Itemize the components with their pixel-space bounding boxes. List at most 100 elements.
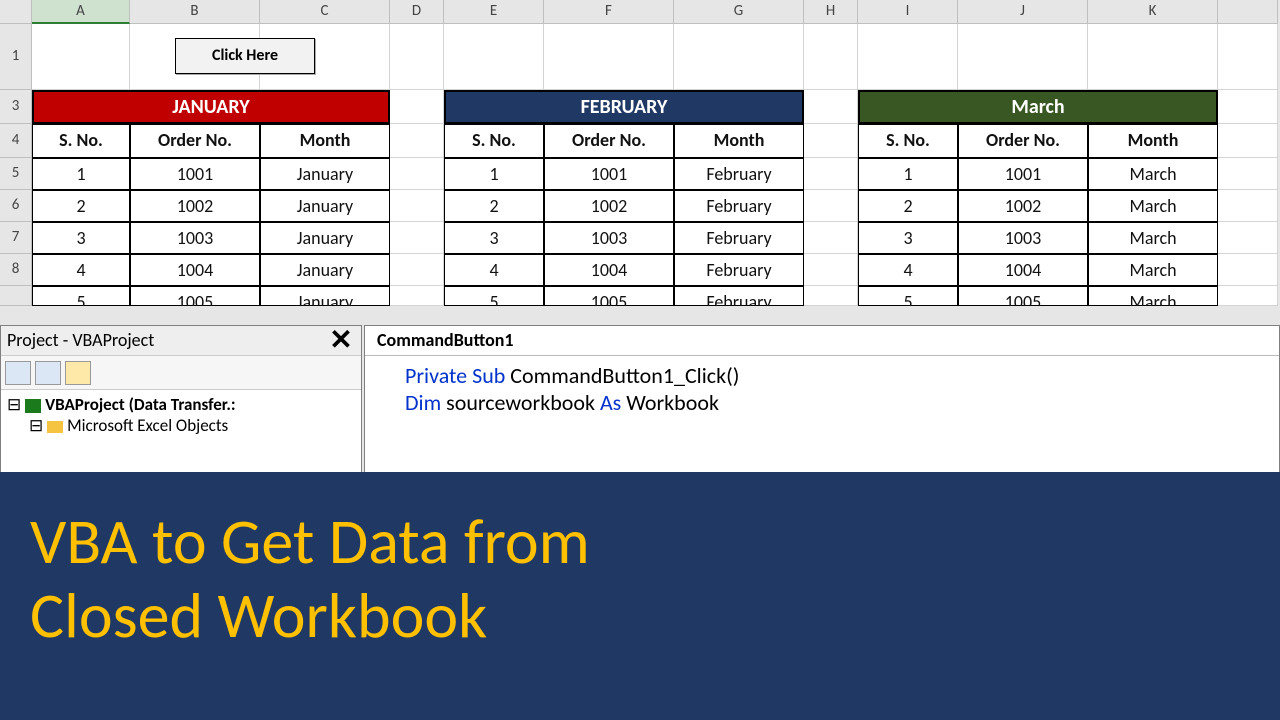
cell-extra9[interactable]: [1218, 286, 1278, 306]
mar-hdr-month[interactable]: Month: [1088, 124, 1218, 158]
jan-r3-month[interactable]: January: [260, 222, 390, 254]
cell-K1[interactable]: [1088, 24, 1218, 90]
cell-D9[interactable]: [390, 286, 444, 306]
jan-r3-sno[interactable]: 3: [32, 222, 130, 254]
jan-r5-order[interactable]: 1005: [130, 286, 260, 306]
cell-D5[interactable]: [390, 158, 444, 190]
mar-r3-order[interactable]: 1003: [958, 222, 1088, 254]
jan-r1-order[interactable]: 1001: [130, 158, 260, 190]
row-header-1[interactable]: 1: [0, 24, 32, 90]
jan-r4-order[interactable]: 1004: [130, 254, 260, 286]
cell-H3[interactable]: [804, 90, 858, 124]
cell-extra3[interactable]: [1218, 90, 1278, 124]
tree-subfolder[interactable]: ⊟ Microsoft Excel Objects: [7, 415, 355, 436]
feb-r1-sno[interactable]: 1: [444, 158, 544, 190]
feb-hdr-sno[interactable]: S. No.: [444, 124, 544, 158]
feb-r4-sno[interactable]: 4: [444, 254, 544, 286]
close-icon[interactable]: ✕: [327, 328, 355, 356]
vba-project-tree[interactable]: ⊟ VBAProject (Data Transfer.: ⊟ Microsof…: [1, 390, 361, 440]
row-header-8[interactable]: 8: [0, 254, 32, 286]
mar-r4-sno[interactable]: 4: [858, 254, 958, 286]
mar-r4-month[interactable]: March: [1088, 254, 1218, 286]
feb-r5-order[interactable]: 1005: [544, 286, 674, 306]
cell-F1[interactable]: [544, 24, 674, 90]
jan-r1-sno[interactable]: 1: [32, 158, 130, 190]
col-header-extra[interactable]: [1218, 0, 1278, 24]
cell-H7[interactable]: [804, 222, 858, 254]
feb-r3-order[interactable]: 1003: [544, 222, 674, 254]
cell-I1[interactable]: [858, 24, 958, 90]
click-here-button[interactable]: Click Here: [175, 38, 315, 74]
cell-extra5[interactable]: [1218, 158, 1278, 190]
jan-r4-sno[interactable]: 4: [32, 254, 130, 286]
jan-r2-sno[interactable]: 2: [32, 190, 130, 222]
col-header-F[interactable]: F: [544, 0, 674, 24]
feb-r1-order[interactable]: 1001: [544, 158, 674, 190]
feb-r3-sno[interactable]: 3: [444, 222, 544, 254]
cell-D3[interactable]: [390, 90, 444, 124]
cell-extra1[interactable]: [1218, 24, 1278, 90]
title-march[interactable]: March: [858, 90, 1218, 124]
cell-D6[interactable]: [390, 190, 444, 222]
col-header-B[interactable]: B: [130, 0, 260, 24]
feb-r5-sno[interactable]: 5: [444, 286, 544, 306]
jan-r5-month[interactable]: January: [260, 286, 390, 306]
jan-r2-month[interactable]: January: [260, 190, 390, 222]
mar-r5-order[interactable]: 1005: [958, 286, 1088, 306]
row-header-7[interactable]: 7: [0, 222, 32, 254]
cell-extra7[interactable]: [1218, 222, 1278, 254]
mar-r1-order[interactable]: 1001: [958, 158, 1088, 190]
mar-hdr-sno[interactable]: S. No.: [858, 124, 958, 158]
row-header-9[interactable]: [0, 286, 32, 306]
col-header-C[interactable]: C: [260, 0, 390, 24]
cell-E1[interactable]: [444, 24, 544, 90]
mar-r5-month[interactable]: March: [1088, 286, 1218, 306]
jan-r2-order[interactable]: 1002: [130, 190, 260, 222]
jan-r3-order[interactable]: 1003: [130, 222, 260, 254]
cell-H8[interactable]: [804, 254, 858, 286]
jan-hdr-sno[interactable]: S. No.: [32, 124, 130, 158]
cell-A1[interactable]: [32, 24, 130, 90]
jan-hdr-month[interactable]: Month: [260, 124, 390, 158]
toggle-folders-icon[interactable]: [65, 361, 91, 385]
jan-r1-month[interactable]: January: [260, 158, 390, 190]
col-header-A[interactable]: A: [32, 0, 130, 24]
cell-H6[interactable]: [804, 190, 858, 222]
feb-r4-month[interactable]: February: [674, 254, 804, 286]
feb-r1-month[interactable]: February: [674, 158, 804, 190]
feb-r2-sno[interactable]: 2: [444, 190, 544, 222]
col-header-K[interactable]: K: [1088, 0, 1218, 24]
mar-r5-sno[interactable]: 5: [858, 286, 958, 306]
view-object-icon[interactable]: [35, 361, 61, 385]
code-object-dropdown[interactable]: CommandButton1: [365, 326, 1279, 356]
mar-r2-month[interactable]: March: [1088, 190, 1218, 222]
mar-r2-order[interactable]: 1002: [958, 190, 1088, 222]
col-header-J[interactable]: J: [958, 0, 1088, 24]
cell-D7[interactable]: [390, 222, 444, 254]
row-header-3[interactable]: 3: [0, 90, 32, 124]
cell-D8[interactable]: [390, 254, 444, 286]
cell-H1[interactable]: [804, 24, 858, 90]
title-february[interactable]: FEBRUARY: [444, 90, 804, 124]
col-header-I[interactable]: I: [858, 0, 958, 24]
mar-r3-sno[interactable]: 3: [858, 222, 958, 254]
feb-r3-month[interactable]: February: [674, 222, 804, 254]
mar-hdr-order[interactable]: Order No.: [958, 124, 1088, 158]
row-header-5[interactable]: 5: [0, 158, 32, 190]
feb-r2-order[interactable]: 1002: [544, 190, 674, 222]
feb-r4-order[interactable]: 1004: [544, 254, 674, 286]
feb-hdr-order[interactable]: Order No.: [544, 124, 674, 158]
cell-extra8[interactable]: [1218, 254, 1278, 286]
cell-H9[interactable]: [804, 286, 858, 306]
jan-hdr-order[interactable]: Order No.: [130, 124, 260, 158]
feb-r2-month[interactable]: February: [674, 190, 804, 222]
cell-D4[interactable]: [390, 124, 444, 158]
cell-J1[interactable]: [958, 24, 1088, 90]
cell-extra4[interactable]: [1218, 124, 1278, 158]
select-all-corner[interactable]: [0, 0, 32, 24]
mar-r2-sno[interactable]: 2: [858, 190, 958, 222]
mar-r4-order[interactable]: 1004: [958, 254, 1088, 286]
mar-r1-month[interactable]: March: [1088, 158, 1218, 190]
cell-extra6[interactable]: [1218, 190, 1278, 222]
mar-r3-month[interactable]: March: [1088, 222, 1218, 254]
